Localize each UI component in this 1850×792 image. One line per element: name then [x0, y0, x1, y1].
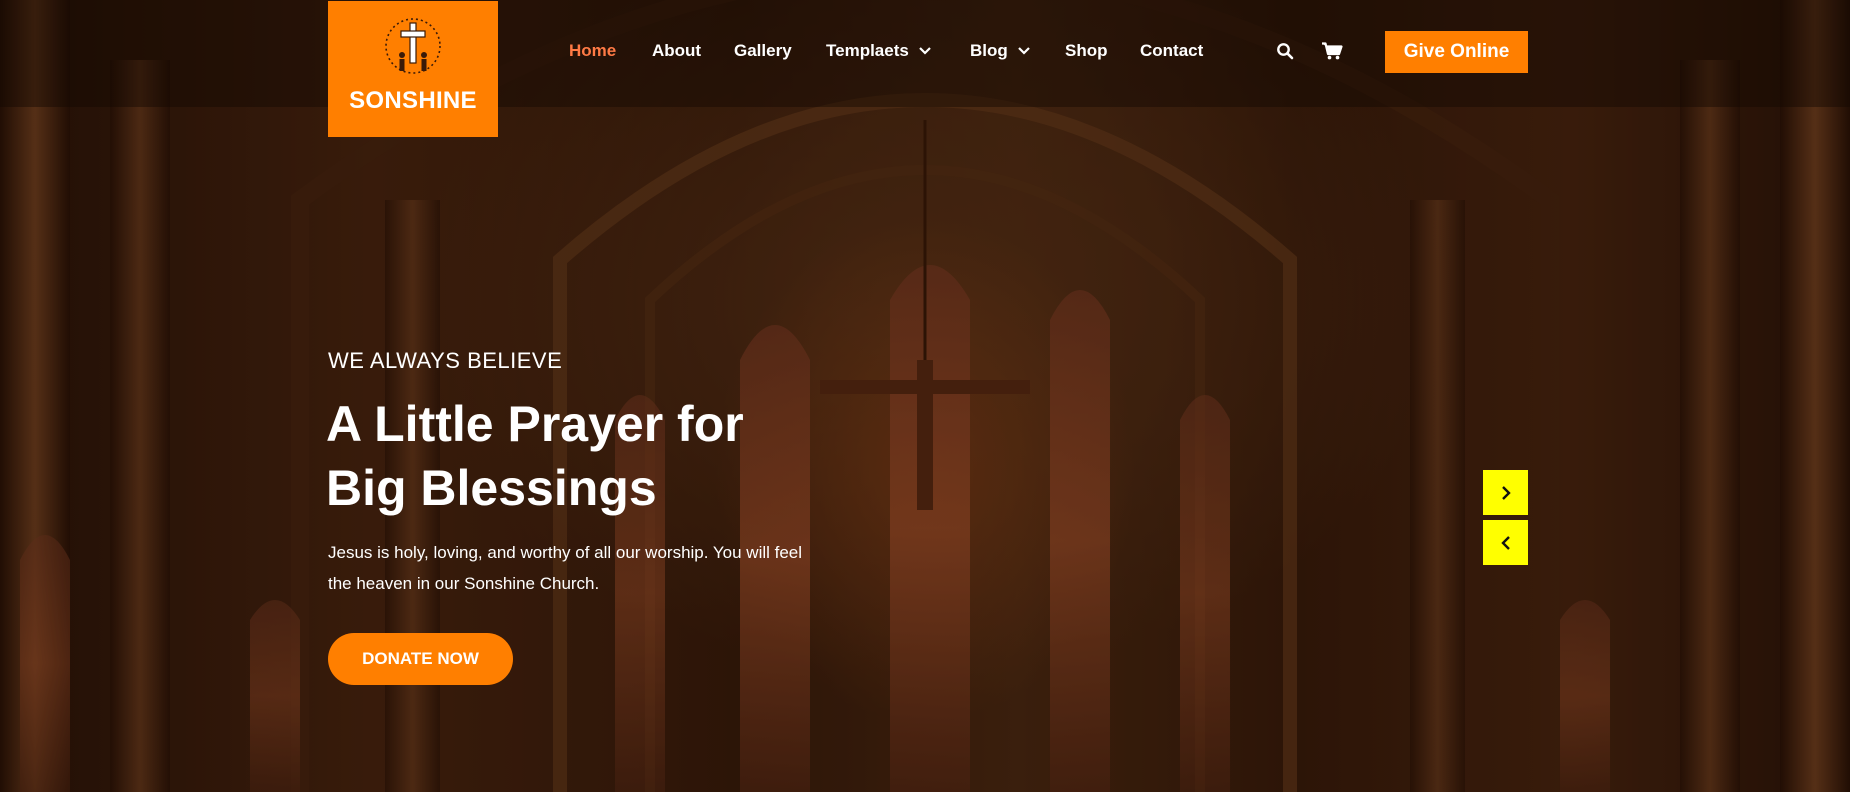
search-button[interactable] [1276, 42, 1294, 65]
give-online-button[interactable]: Give Online [1385, 31, 1528, 73]
nav-templates[interactable]: Templaets [826, 41, 931, 61]
nav-home[interactable]: Home [569, 41, 616, 61]
chevron-down-icon [919, 47, 931, 55]
hero-background [0, 0, 1850, 792]
nav-about[interactable]: About [652, 41, 701, 61]
hero-eyebrow: WE ALWAYS BELIEVE [328, 348, 563, 373]
nav-blog[interactable]: Blog [970, 41, 1030, 61]
nav-templates-label: Templaets [826, 41, 909, 60]
nav-gallery[interactable]: Gallery [734, 41, 792, 61]
hero-description: Jesus is holy, loving, and worthy of all… [328, 543, 803, 593]
chevron-down-icon [1018, 47, 1030, 55]
chevron-right-icon [1501, 485, 1511, 500]
nav-contact[interactable]: Contact [1140, 41, 1203, 61]
chevron-left-icon [1500, 535, 1510, 550]
nav-shop[interactable]: Shop [1065, 41, 1108, 61]
cart-button[interactable] [1321, 42, 1343, 65]
brand-logo[interactable]: SONSHINE [328, 1, 498, 137]
donate-now-button[interactable]: DONATE NOW [328, 633, 513, 685]
hero-headline-line-2: Big Blessings [326, 460, 657, 516]
search-icon [1277, 43, 1294, 60]
slider-prev-button[interactable] [1483, 520, 1528, 565]
cart-icon [1322, 42, 1343, 60]
hero-dark-overlay [0, 0, 1850, 792]
slider-next-button[interactable] [1483, 470, 1528, 515]
cross-family-icon [385, 18, 441, 74]
nav-blog-label: Blog [970, 41, 1008, 60]
brand-name: SONSHINE [349, 87, 477, 114]
hero-headline-line-1: A Little Prayer for [326, 396, 744, 452]
hero-headline: A Little Prayer for Big Blessings [326, 392, 846, 520]
